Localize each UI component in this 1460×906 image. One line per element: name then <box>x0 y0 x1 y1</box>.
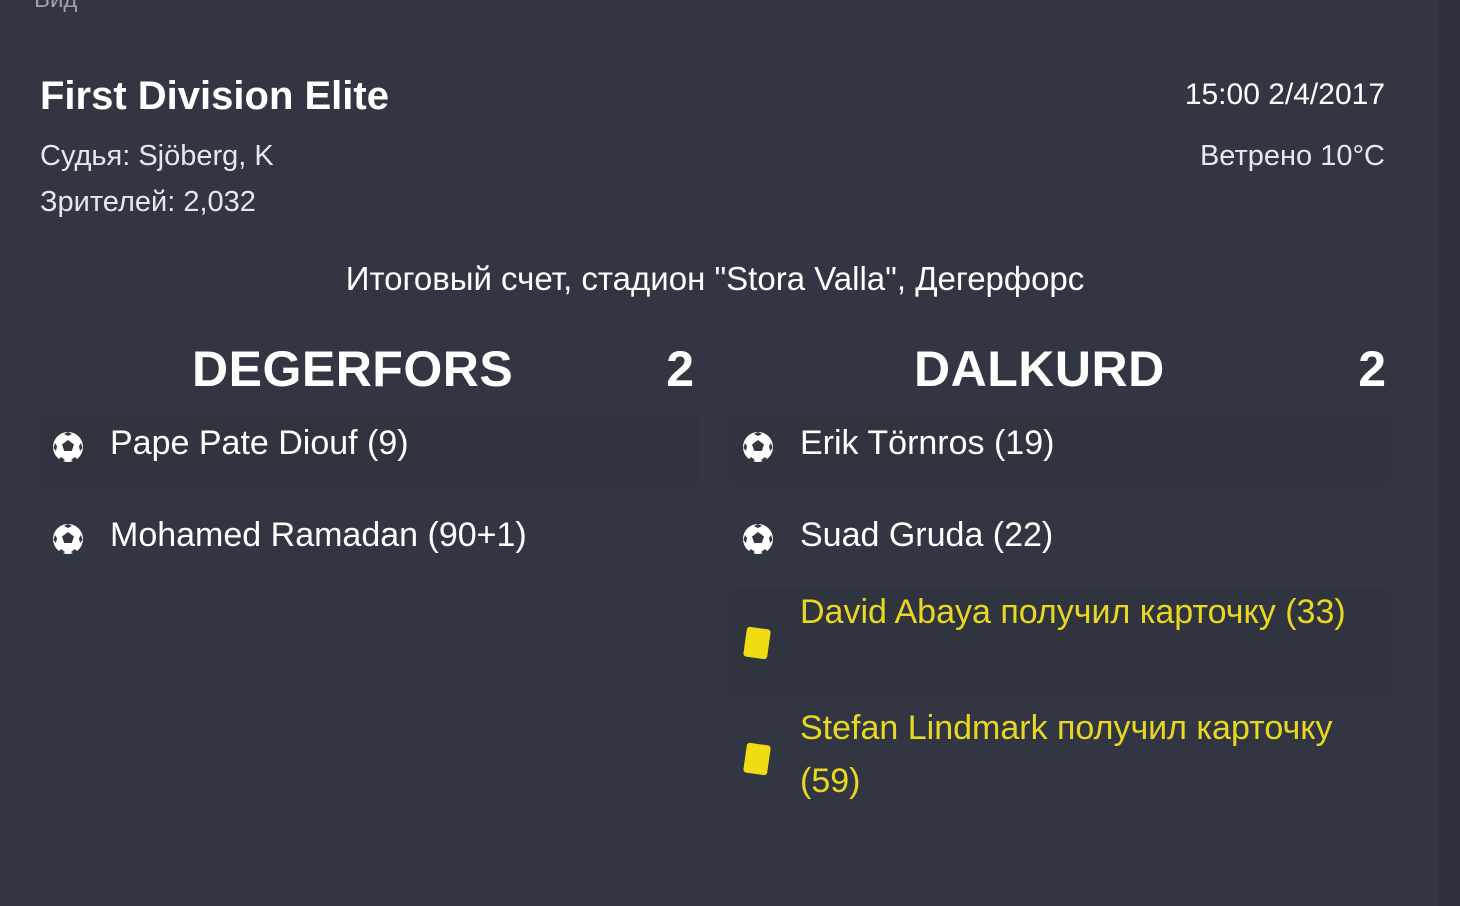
yellow-card-icon <box>743 742 771 776</box>
away-event-yellow-card[interactable]: Stefan Lindmark получил карточку (59) <box>730 704 1390 812</box>
football-icon <box>50 521 86 557</box>
away-team-name[interactable]: DALKURD <box>914 340 1165 398</box>
away-team-score: 2 <box>1358 341 1386 397</box>
event-text: David Abaya получил карточку (33) <box>800 593 1346 631</box>
home-event-goal[interactable]: Pape Pate Diouf (9) <box>40 416 700 486</box>
weather-info: Ветрено 10°C <box>1199 140 1385 172</box>
away-event-goal[interactable]: Suad Gruda (22) <box>730 508 1390 578</box>
home-event-goal[interactable]: Mohamed Ramadan (90+1) <box>40 508 700 578</box>
event-text: Erik Törnros (19) <box>800 424 1055 462</box>
away-event-yellow-card[interactable]: David Abaya получил карточку (33) <box>730 588 1390 696</box>
referee-info: Судья: Sjöberg, K <box>40 140 274 172</box>
home-team-name[interactable]: DEGERFORS <box>192 340 513 398</box>
away-event-goal[interactable]: Erik Törnros (19) <box>730 416 1390 486</box>
event-text: Suad Gruda (22) <box>800 516 1054 554</box>
section-label: Вид <box>34 0 77 14</box>
football-icon <box>740 429 776 465</box>
yellow-card-icon <box>743 626 771 660</box>
football-icon <box>50 429 86 465</box>
match-datetime: 15:00 2/4/2017 <box>1184 78 1385 111</box>
event-text: Stefan Lindmark получил карточку (59) <box>800 709 1333 800</box>
football-icon <box>740 521 776 557</box>
match-report-panel: Вид First Division Elite 15:00 2/4/2017 … <box>0 0 1460 906</box>
away-team-header: DALKURD 2 <box>730 340 1390 400</box>
competition-title[interactable]: First Division Elite <box>40 74 389 119</box>
home-team-score: 2 <box>666 341 694 397</box>
home-team-header: DEGERFORS 2 <box>40 340 700 400</box>
attendance-info: Зрителей: 2,032 <box>40 186 256 218</box>
scrollbar-track[interactable] <box>1438 0 1460 906</box>
venue-line: Итоговый счет, стадион "Stora Valla", Де… <box>345 260 1085 297</box>
event-text: Mohamed Ramadan (90+1) <box>110 516 527 554</box>
event-text: Pape Pate Diouf (9) <box>110 424 409 462</box>
